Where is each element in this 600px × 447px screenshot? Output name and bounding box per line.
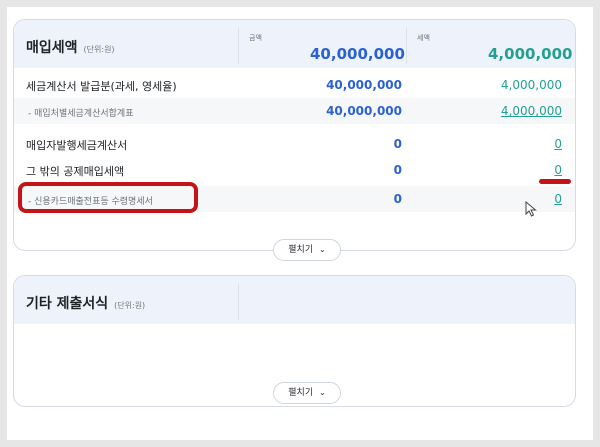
other-forms-title-text: 기타 제출서식 — [26, 296, 109, 312]
amount-column-label: 금액 — [249, 34, 262, 42]
purchase-tax-header: 매입세액 (단위:원) 금액 세액 40,000,000 4,000,000 — [14, 20, 575, 68]
table-row: 그 밖의 공제매입세액 0 0 — [14, 157, 575, 183]
chevron-down-icon: ⌄ — [319, 388, 326, 397]
purchase-tax-unit: (단위:원) — [83, 45, 115, 54]
row-label: 매입자발행세금계산서 — [26, 139, 128, 152]
table-row: - 매입처별세금계산서합계표 40,000,000 4,000,000 — [14, 98, 575, 124]
row-tax-link[interactable]: 0 — [484, 192, 562, 206]
row-amount: 40,000,000 — [326, 78, 402, 92]
expand-label: 펼치기 — [288, 245, 314, 255]
highlight-box — [18, 182, 198, 213]
mouse-cursor-icon — [525, 201, 537, 217]
other-forms-header: 기타 제출서식 (단위:원) — [14, 276, 575, 324]
row-amount: 0 — [393, 137, 402, 151]
purchase-tax-title: 매입세액 (단위:원) — [26, 37, 115, 57]
purchase-tax-card: 매입세액 (단위:원) 금액 세액 40,000,000 4,000,000 세금… — [13, 19, 576, 261]
table-row: 세금계산서 발급분(과세, 영세율) 40,000,000 4,000,000 — [14, 72, 575, 98]
tax-total: 4,000,000 — [488, 45, 573, 63]
row-amount: 40,000,000 — [326, 104, 402, 118]
other-forms-unit: (단위:원) — [114, 301, 146, 310]
other-forms-title: 기타 제출서식 (단위:원) — [26, 293, 145, 313]
row-tax-link[interactable]: 0 — [484, 137, 562, 151]
row-label: 그 밖의 공제매입세액 — [26, 165, 125, 178]
expand-button[interactable]: 펼치기 ⌄ — [273, 382, 341, 404]
row-tax: 4,000,000 — [500, 78, 562, 92]
expand-label: 펼치기 — [288, 388, 314, 398]
amount-total: 40,000,000 — [310, 45, 405, 63]
row-label: - 매입처별세금계산서합계표 — [28, 109, 134, 119]
row-tax-link[interactable]: 4,000,000 — [484, 104, 562, 118]
underline-mark — [539, 179, 571, 184]
other-forms-card: 기타 제출서식 (단위:원) 펼치기 ⌄ — [13, 275, 576, 407]
purchase-tax-title-text: 매입세액 — [26, 40, 78, 56]
row-amount: 0 — [393, 192, 402, 206]
table-row: 매입자발행세금계산서 0 0 — [14, 131, 575, 157]
expand-button[interactable]: 펼치기 ⌄ — [273, 239, 341, 261]
row-amount: 0 — [393, 163, 402, 177]
column-divider — [238, 28, 239, 64]
column-divider — [238, 284, 239, 320]
column-divider — [406, 28, 407, 64]
row-label: 세금계산서 발급분(과세, 영세율) — [26, 80, 177, 93]
tax-column-label: 세액 — [417, 34, 430, 42]
chevron-down-icon: ⌄ — [319, 245, 326, 254]
row-tax-link[interactable]: 0 — [484, 163, 562, 177]
